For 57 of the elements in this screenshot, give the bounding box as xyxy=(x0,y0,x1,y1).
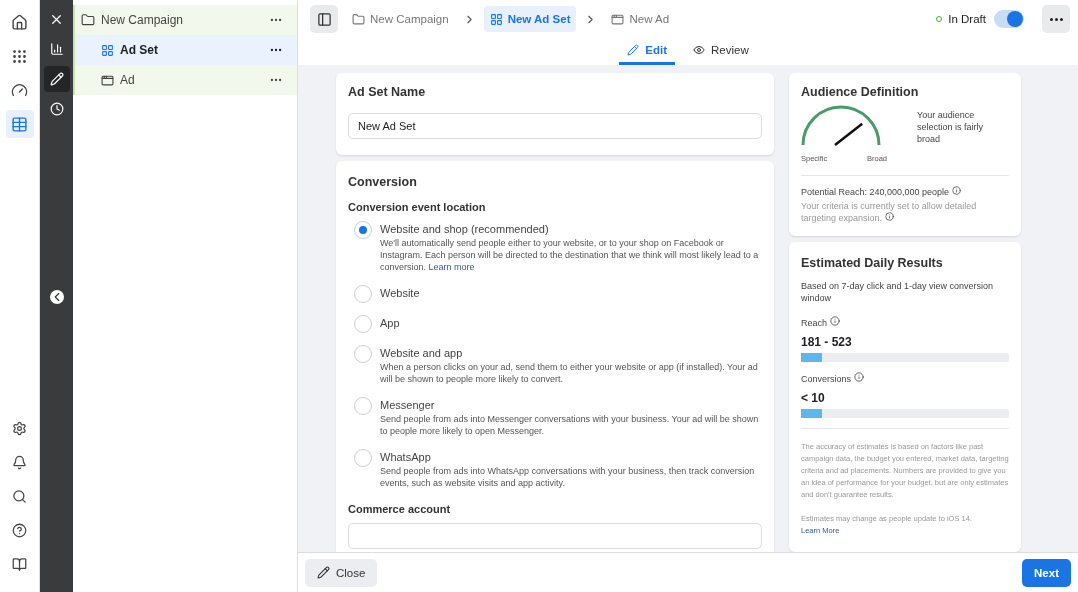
section-title: Conversion xyxy=(348,175,418,189)
estimate-window: Based on 7-day click and 1-day view conversion window xyxy=(801,280,1009,304)
field-label: Conversion event location xyxy=(348,201,487,213)
metric-label: Reach xyxy=(801,316,1009,329)
eye-icon xyxy=(693,44,705,56)
info-icon[interactable] xyxy=(884,212,894,221)
learn-more-link[interactable]: Learn more xyxy=(428,262,475,272)
more-button[interactable] xyxy=(1042,5,1070,33)
folder-icon xyxy=(81,13,95,27)
close-button[interactable]: Close xyxy=(305,558,378,587)
grid-icon xyxy=(489,12,503,26)
card-title: Estimated Daily Results xyxy=(801,256,944,270)
pencil-icon[interactable] xyxy=(43,66,70,92)
option-label: Website and shop (recommended) xyxy=(380,223,550,235)
metric-label: Conversions xyxy=(801,372,1009,385)
tree-item[interactable]: Ad xyxy=(73,65,297,95)
metric-value: < 10 xyxy=(801,391,826,405)
tree-item[interactable]: New Campaign xyxy=(73,5,297,35)
window-icon xyxy=(611,12,625,26)
option-label: Website and app xyxy=(380,347,464,359)
table-icon[interactable] xyxy=(5,110,34,138)
breadcrumb[interactable]: New Campaign xyxy=(346,6,455,32)
tree-item[interactable]: Ad Set xyxy=(73,35,297,65)
option-label: WhatsApp xyxy=(380,451,432,463)
commerce-account-field[interactable] xyxy=(348,523,762,549)
field-label: Commerce account xyxy=(348,503,452,515)
audience-summary: Your audience selection is fairly broad xyxy=(917,109,985,146)
option-label: Messenger xyxy=(380,399,436,411)
draft-toggle[interactable] xyxy=(994,10,1024,28)
pencil-icon xyxy=(627,44,640,56)
option-description: When a person clicks on your ad, send them to either your website or app (if installed). Your ad will be shown to people more likely to convert. xyxy=(380,361,759,385)
tab[interactable]: Review xyxy=(685,38,757,65)
grid-icon xyxy=(101,43,114,57)
name-field[interactable]: New Ad Set xyxy=(348,113,762,139)
info-icon[interactable] xyxy=(853,372,864,382)
folder-icon xyxy=(352,12,365,26)
more-icon xyxy=(1049,17,1063,21)
option-label: Website xyxy=(380,287,420,299)
panel-toggle-icon[interactable] xyxy=(310,5,338,33)
info-icon[interactable] xyxy=(951,186,961,195)
tab[interactable]: Edit xyxy=(619,38,675,65)
card-title: Audience Definition xyxy=(801,85,920,99)
potential-reach: Potential Reach: 240,000,000 people xyxy=(801,186,1009,198)
option-description: Send people from ads into Messenger conversations with your business. Your ad will be shown to people more likely to open Messenger. xyxy=(380,413,760,437)
metric-value: 181 - 523 xyxy=(801,335,853,349)
option-description: Send people from ads into WhatsApp conversations with your business, then track conversion events, such as website visits and app activity. xyxy=(380,465,756,489)
status-label: In Draft xyxy=(948,13,986,25)
window-icon xyxy=(101,73,114,87)
option-description: We'll automatically send people either to your website, or to your shop on Facebook or Instagram. Each person will be directed to the destination that we think will most likely lead to a conversion. Learn more xyxy=(380,237,760,273)
info-icon[interactable] xyxy=(829,316,840,326)
breadcrumb[interactable]: New Ad Set xyxy=(483,6,577,32)
option-label: App xyxy=(380,317,400,329)
next-button[interactable]: Next xyxy=(1022,558,1071,587)
pencil-icon xyxy=(317,566,330,579)
section-title: Ad Set Name xyxy=(348,85,427,99)
criteria-note: Your criteria is currently set to allow detailed targeting expansion. xyxy=(801,200,978,224)
breadcrumb[interactable]: New Ad xyxy=(605,6,676,32)
